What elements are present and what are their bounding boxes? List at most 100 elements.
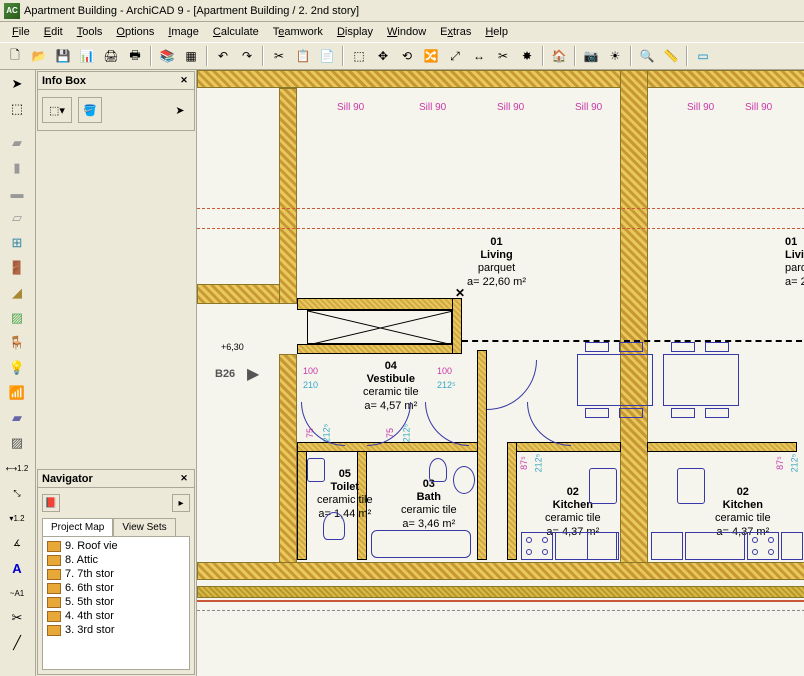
room-bath: 03Bathceramic tilea= 3,46 m²: [401, 478, 457, 531]
fill-tool-icon[interactable]: ▨: [2, 431, 32, 455]
tool-3d-icon[interactable]: 🏠: [548, 45, 570, 67]
tool-palette-icon[interactable]: ▭: [692, 45, 714, 67]
close-icon[interactable]: ✕: [178, 75, 190, 87]
counter: [651, 532, 683, 560]
tool-rotate-icon[interactable]: ⟲: [396, 45, 418, 67]
list-item[interactable]: 8. Attic: [45, 553, 187, 567]
pick-cursor-icon[interactable]: ➤: [170, 97, 190, 123]
navigator-panel: Navigator ✕ 📕 ▸ Project Map View Sets 9.…: [37, 469, 195, 675]
list-item[interactable]: 3. 3rd stor: [45, 623, 187, 637]
navigator-tree[interactable]: 9. Roof vie 8. Attic 7. 7th stor 6. 6th …: [42, 536, 190, 670]
floor-plan-canvas[interactable]: Sill 90 Sill 90 Sill 90 Sill 90 Sill 90 …: [196, 70, 804, 676]
tool-save-icon[interactable]: 💾: [52, 45, 74, 67]
lamp-tool-icon[interactable]: 💡: [2, 356, 32, 380]
wall: [279, 354, 297, 578]
zone-tool-icon[interactable]: ▰: [2, 406, 32, 430]
menu-file[interactable]: File: [6, 24, 36, 40]
list-item[interactable]: 6. 6th stor: [45, 581, 187, 595]
list-item[interactable]: 9. Roof vie: [45, 539, 187, 553]
dimension-tool-icon[interactable]: ⟷1.2: [2, 456, 32, 480]
list-item[interactable]: 5. 5th stor: [45, 595, 187, 609]
fill-mode-icon[interactable]: 🪣: [78, 97, 102, 123]
line-tool-icon[interactable]: ╱: [2, 631, 32, 655]
list-item[interactable]: 7. 7th stor: [45, 567, 187, 581]
angle-dim-tool-icon[interactable]: ∡: [2, 531, 32, 555]
tool-new-icon[interactable]: 🗋: [4, 45, 26, 67]
tool-print-icon[interactable]: 🖨: [100, 45, 122, 67]
separator: [342, 46, 344, 66]
panel-spacer: [36, 132, 196, 468]
tool-resize-icon[interactable]: ⤢: [444, 45, 466, 67]
navigator-header[interactable]: Navigator ✕: [38, 470, 194, 488]
slab-tool-icon[interactable]: ▱: [2, 206, 32, 230]
marquee-tool-icon[interactable]: ⬚: [2, 97, 32, 121]
sill-label: Sill 90: [337, 102, 364, 113]
section-tool-icon[interactable]: ✂: [2, 606, 32, 630]
tool-mirror-icon[interactable]: 🔀: [420, 45, 442, 67]
separator: [630, 46, 632, 66]
menu-image[interactable]: Image: [162, 24, 205, 40]
tool-split-icon[interactable]: ✂: [492, 45, 514, 67]
object-tool-icon[interactable]: 🪑: [2, 331, 32, 355]
tab-view-sets[interactable]: View Sets: [113, 518, 175, 537]
tool-plot-icon[interactable]: 📊: [76, 45, 98, 67]
stair-tool-icon[interactable]: 📶: [2, 381, 32, 405]
tool-layers-icon[interactable]: 📚: [156, 45, 178, 67]
tool-copy-icon[interactable]: 📋: [292, 45, 314, 67]
tool-paste-icon[interactable]: 📄: [316, 45, 338, 67]
menu-tools[interactable]: Tools: [71, 24, 109, 40]
main-toolbar: 🗋 📂 💾 📊 🖨 🖶 📚 ▦ ↶ ↷ ✂ 📋 📄 ⬚ ✥ ⟲ 🔀 ⤢ ↔ ✂ …: [0, 42, 804, 70]
nav-more-icon[interactable]: ▸: [172, 494, 190, 512]
arrow-tool-icon[interactable]: ➤: [2, 72, 32, 96]
text-tool-icon[interactable]: A: [2, 556, 32, 580]
app-icon: AC: [4, 3, 20, 19]
tool-grid-icon[interactable]: ▦: [180, 45, 202, 67]
marquee-mode-icon[interactable]: ⬚▾: [42, 97, 72, 123]
menu-options[interactable]: Options: [110, 24, 160, 40]
tool-open-icon[interactable]: 📂: [28, 45, 50, 67]
menu-edit[interactable]: Edit: [38, 24, 69, 40]
menu-teamwork[interactable]: Teamwork: [267, 24, 329, 40]
folder-icon: [47, 569, 61, 580]
cursor-cross-icon: ✕: [455, 286, 465, 300]
radial-dim-tool-icon[interactable]: ⤡: [2, 481, 32, 505]
menu-extras[interactable]: Extras: [434, 24, 477, 40]
beam-tool-icon[interactable]: ▬: [2, 181, 32, 205]
column-tool-icon[interactable]: ▮: [2, 156, 32, 180]
tool-cut-icon[interactable]: ✂: [268, 45, 290, 67]
tool-stretch-icon[interactable]: ↔: [468, 45, 490, 67]
roof-tool-icon[interactable]: ◢: [2, 281, 32, 305]
window-title: Apartment Building - ArchiCAD 9 - [Apart…: [24, 5, 359, 17]
menu-help[interactable]: Help: [479, 24, 514, 40]
tool-sun-icon[interactable]: ☀: [604, 45, 626, 67]
door-arc: [425, 402, 469, 446]
mesh-tool-icon[interactable]: ▨: [2, 306, 32, 330]
level-dim-tool-icon[interactable]: ▾1.2: [2, 506, 32, 530]
window-tool-icon[interactable]: ⊞: [2, 231, 32, 255]
menu-display[interactable]: Display: [331, 24, 379, 40]
nav-book-icon[interactable]: 📕: [42, 494, 60, 512]
infobox-header[interactable]: Info Box ✕: [38, 72, 194, 90]
door-tool-icon[interactable]: 🚪: [2, 256, 32, 280]
tool-move-icon[interactable]: ✥: [372, 45, 394, 67]
tool-undo-icon[interactable]: ↶: [212, 45, 234, 67]
tool-print2-icon[interactable]: 🖶: [124, 45, 146, 67]
separator: [150, 46, 152, 66]
menu-window[interactable]: Window: [381, 24, 432, 40]
sill-label: Sill 90: [575, 102, 602, 113]
folder-icon: [47, 541, 61, 552]
label-tool-icon[interactable]: ~A1: [2, 581, 32, 605]
tool-redo-icon[interactable]: ↷: [236, 45, 258, 67]
tool-zoom-icon[interactable]: 🔍: [636, 45, 658, 67]
wall-tool-icon[interactable]: ▰: [2, 131, 32, 155]
separator: [686, 46, 688, 66]
tool-explode-icon[interactable]: ✸: [516, 45, 538, 67]
tool-select-icon[interactable]: ⬚: [348, 45, 370, 67]
menu-calculate[interactable]: Calculate: [207, 24, 265, 40]
tab-project-map[interactable]: Project Map: [42, 518, 113, 537]
list-item[interactable]: 4. 4th stor: [45, 609, 187, 623]
close-icon[interactable]: ✕: [178, 473, 190, 485]
wall-top: [197, 70, 804, 88]
tool-camera-icon[interactable]: 📷: [580, 45, 602, 67]
tool-measure-icon[interactable]: 📏: [660, 45, 682, 67]
